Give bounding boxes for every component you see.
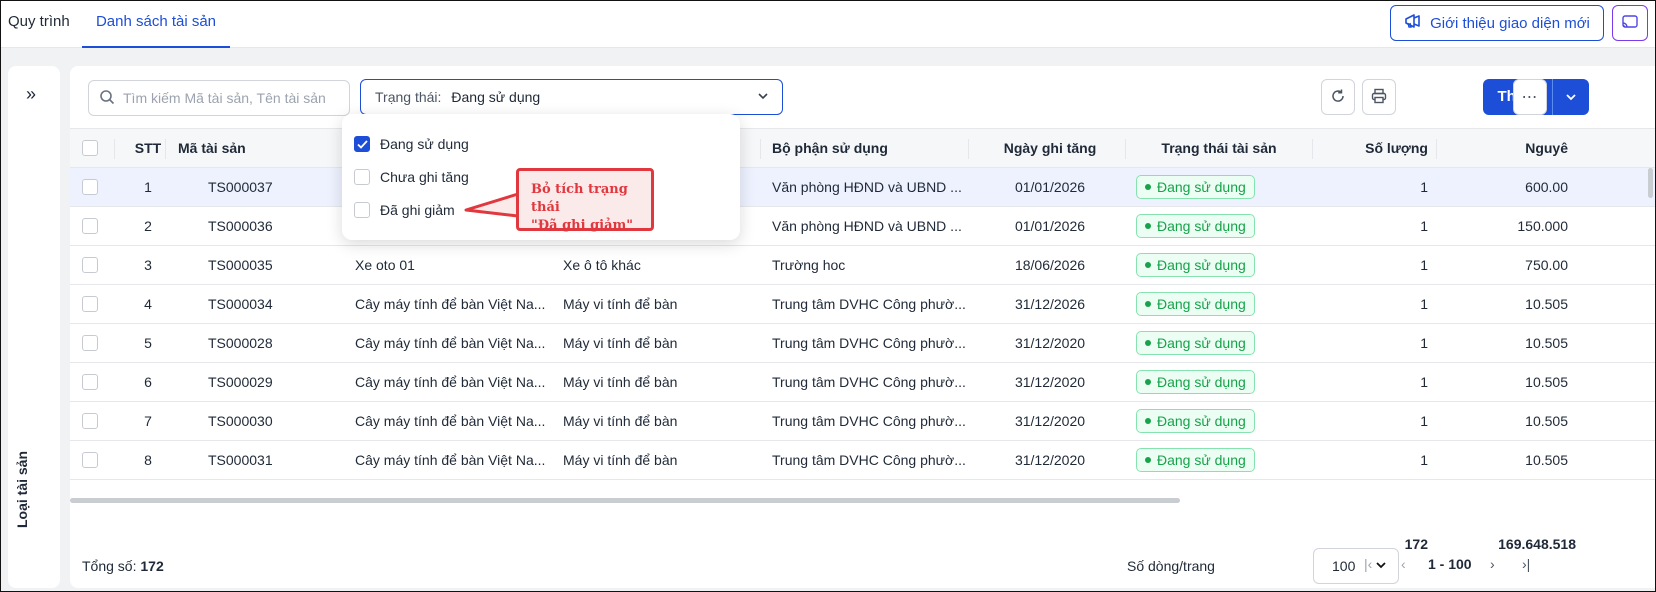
- window-frame: [0, 0, 1656, 592]
